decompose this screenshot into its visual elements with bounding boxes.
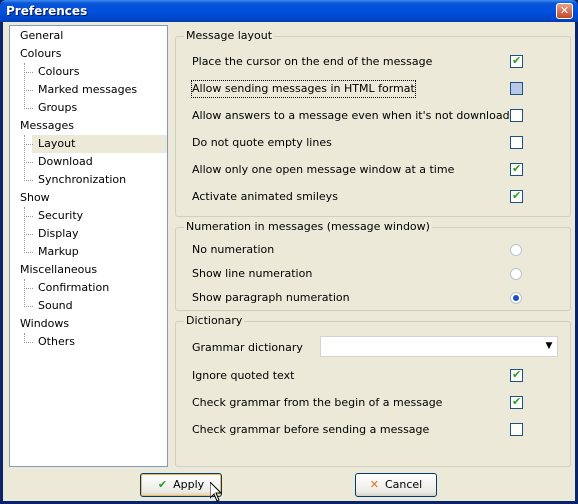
- tree-connector: [24, 63, 25, 109]
- tree-connector: [24, 279, 25, 307]
- numeration-title: Numeration in messages (message window): [184, 220, 432, 233]
- chevron-down-icon[interactable]: ▼: [541, 337, 557, 356]
- cancel-button[interactable]: ✕ Cancel: [355, 473, 437, 497]
- tree-connector: [24, 180, 33, 181]
- message-layout-group: Message layout Place the cursor on the e…: [175, 29, 571, 217]
- option-check-before-send-checkbox[interactable]: [510, 423, 523, 436]
- tree-item[interactable]: General: [18, 27, 63, 45]
- dictionary-group: Dictionary Grammar dictionary ▼ Ignore q…: [175, 314, 571, 467]
- option-animated-smileys-label[interactable]: Activate animated smileys: [192, 189, 338, 205]
- grammar-dictionary-select[interactable]: ▼: [320, 336, 558, 357]
- radio-no-numeration[interactable]: [510, 244, 522, 256]
- tree-item[interactable]: Layout: [32, 135, 167, 153]
- tree-item[interactable]: Marked messages: [36, 81, 137, 99]
- tree-item[interactable]: Groups: [36, 99, 77, 117]
- option-html-format-label[interactable]: Allow sending messages in HTML format: [191, 80, 416, 98]
- tree-connector: [24, 288, 33, 289]
- option-one-window-checkbox[interactable]: [510, 162, 523, 176]
- radio-line-numeration[interactable]: [510, 268, 522, 280]
- option-answer-undownloaded-checkbox[interactable]: [510, 109, 523, 122]
- window-title: Preferences: [6, 4, 88, 18]
- option-no-quote-empty-checkbox[interactable]: [510, 136, 523, 149]
- tree-connector: [24, 342, 33, 343]
- tree-item[interactable]: Confirmation: [36, 279, 109, 297]
- radio-line-numeration-label[interactable]: Show line numeration: [192, 266, 312, 282]
- tree-item[interactable]: Security: [36, 207, 83, 225]
- dictionary-title: Dictionary: [184, 314, 245, 327]
- tree-connector: [24, 162, 33, 163]
- option-check-before-send-label[interactable]: Check grammar before sending a message: [192, 422, 429, 438]
- option-ignore-quoted-checkbox[interactable]: [510, 368, 523, 382]
- tree-item[interactable]: Windows: [18, 315, 69, 333]
- check-icon: ✔: [157, 478, 168, 491]
- tree-item[interactable]: Colours: [18, 45, 61, 63]
- tree-connector: [24, 333, 25, 343]
- cancel-label: Cancel: [384, 478, 423, 491]
- option-answer-undownloaded-label[interactable]: Allow answers to a message even when it'…: [192, 108, 523, 124]
- tree-connector: [24, 72, 33, 73]
- tree-connector: [24, 144, 33, 145]
- cross-icon: ✕: [369, 478, 379, 491]
- close-button[interactable]: ✕: [556, 3, 573, 19]
- option-no-quote-empty-label[interactable]: Do not quote empty lines: [192, 135, 332, 151]
- grammar-dictionary-label: Grammar dictionary: [192, 341, 303, 354]
- tree-item[interactable]: Show: [18, 189, 50, 207]
- tree-connector: [24, 306, 33, 307]
- numeration-group: Numeration in messages (message window) …: [175, 220, 571, 311]
- tree-item[interactable]: Miscellaneous: [18, 261, 97, 279]
- category-tree[interactable]: General Colours Colours Marked messages Grou…: [9, 25, 168, 467]
- radio-paragraph-numeration-label[interactable]: Show paragraph numeration: [192, 290, 350, 306]
- dialog-client: General Colours Colours Marked messages Grou…: [3, 22, 575, 502]
- tree-connector: [24, 252, 33, 253]
- radio-paragraph-numeration[interactable]: [510, 292, 522, 304]
- mouse-cursor-icon: [210, 482, 222, 502]
- option-cursor-end-checkbox[interactable]: [510, 54, 523, 68]
- tree-connector: [24, 108, 33, 109]
- tree-item[interactable]: Colours: [36, 63, 79, 81]
- tree-item[interactable]: Display: [36, 225, 79, 243]
- tree-item[interactable]: Messages: [18, 117, 74, 135]
- option-one-window-label[interactable]: Allow only one open message window at a …: [192, 162, 454, 178]
- tree-item[interactable]: Others: [36, 333, 75, 351]
- tree-item[interactable]: Markup: [36, 243, 79, 261]
- radio-no-numeration-label[interactable]: No numeration: [192, 242, 274, 258]
- tree-connector: [24, 90, 33, 91]
- option-check-from-begin-checkbox[interactable]: [510, 395, 523, 409]
- close-icon: ✕: [559, 4, 570, 17]
- option-animated-smileys-checkbox[interactable]: [510, 189, 523, 203]
- tree-item[interactable]: Synchronization: [36, 171, 126, 189]
- apply-label: Apply: [173, 478, 205, 491]
- tree-connector: [24, 135, 25, 181]
- tree-connector: [24, 207, 25, 253]
- message-layout-title: Message layout: [184, 29, 275, 42]
- tree-connector: [24, 216, 33, 217]
- preferences-window: Preferences ✕ General Colours Colours Marke…: [0, 0, 578, 504]
- option-cursor-end-label[interactable]: Place the cursor on the end of the messa…: [192, 54, 432, 70]
- tree-connector: [24, 234, 33, 235]
- option-ignore-quoted-label[interactable]: Ignore quoted text: [192, 368, 294, 384]
- option-check-from-begin-label[interactable]: Check grammar from the begin of a messag…: [192, 395, 442, 411]
- tree-item[interactable]: Download: [36, 153, 93, 171]
- tree-item[interactable]: Sound: [36, 297, 73, 315]
- option-html-format-checkbox[interactable]: [510, 82, 523, 95]
- title-bar[interactable]: Preferences ✕: [0, 0, 578, 22]
